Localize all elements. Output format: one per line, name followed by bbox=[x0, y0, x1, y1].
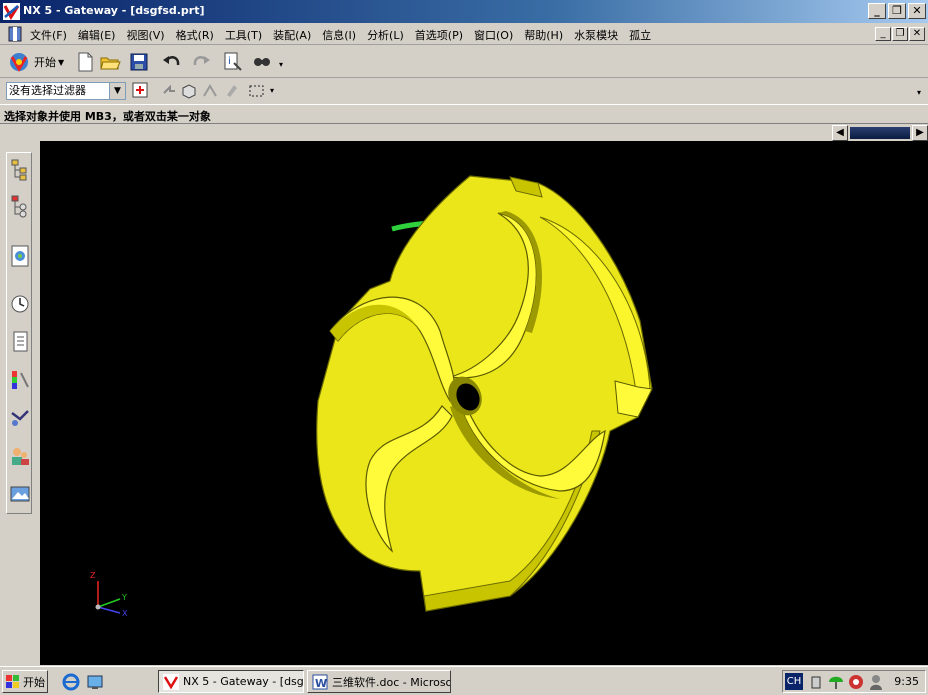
redo-icon[interactable] bbox=[190, 51, 212, 73]
open-folder-icon[interactable] bbox=[99, 51, 121, 73]
ie-browser-icon[interactable] bbox=[62, 673, 80, 691]
training-icon[interactable] bbox=[9, 405, 31, 431]
assembly-navigator-icon[interactable] bbox=[9, 157, 31, 183]
show-hide-icon[interactable] bbox=[251, 51, 273, 73]
menu-analysis[interactable]: 分析(L) bbox=[367, 27, 404, 43]
impeller-disc bbox=[316, 175, 653, 612]
menu-window[interactable]: 窗口(O) bbox=[474, 27, 513, 43]
type-filter-value: 没有选择过滤器 bbox=[9, 84, 86, 97]
svg-text:i: i bbox=[228, 56, 231, 67]
roles-icon[interactable] bbox=[9, 443, 31, 469]
task-word-window[interactable]: W 三维软件.doc - Microso... bbox=[307, 670, 451, 693]
selection-overflow-icon[interactable]: ▾ bbox=[270, 86, 274, 95]
svg-text:W: W bbox=[315, 677, 327, 690]
task-nx-window[interactable]: NX 5 - Gateway - [dsgfs... bbox=[158, 670, 304, 693]
select-edge-icon[interactable] bbox=[201, 81, 219, 101]
save-icon[interactable] bbox=[128, 51, 150, 73]
windows-logo-icon bbox=[6, 674, 19, 688]
nx-start-icon bbox=[10, 53, 28, 72]
toolbar-options-icon[interactable]: ▾ bbox=[917, 88, 921, 97]
menu-bar: 文件(F) 编辑(E) 视图(V) 格式(R) 工具(T) 装配(A) 信息(I… bbox=[0, 23, 928, 45]
graphics-window[interactable]: Z Y X bbox=[40, 141, 928, 665]
select-back-icon[interactable] bbox=[160, 81, 178, 101]
resource-bar bbox=[6, 152, 32, 514]
triad-x-label: X bbox=[122, 609, 128, 618]
system-materials-icon[interactable] bbox=[9, 329, 31, 355]
part-document-icon bbox=[8, 26, 22, 42]
chevron-down-icon[interactable]: ▼ bbox=[109, 83, 125, 99]
impeller-model[interactable] bbox=[40, 141, 928, 665]
triad-y-label: Y bbox=[122, 593, 127, 602]
menu-items: 文件(F) 编辑(E) 视图(V) 格式(R) 工具(T) 装配(A) 信息(I… bbox=[30, 27, 662, 43]
minimize-button[interactable]: _ bbox=[868, 3, 886, 19]
mdi-restore-button[interactable]: ❐ bbox=[892, 27, 908, 41]
dropdown-arrow-icon: ▼ bbox=[58, 57, 65, 67]
select-face-icon[interactable] bbox=[223, 81, 241, 101]
scroll-left-icon[interactable]: ◀ bbox=[832, 125, 848, 141]
nx-app-icon bbox=[3, 3, 20, 20]
menu-view[interactable]: 视图(V) bbox=[126, 27, 164, 43]
tray-security-icon[interactable] bbox=[847, 673, 865, 691]
information-icon[interactable]: i bbox=[222, 51, 244, 73]
task-nx-label: NX 5 - Gateway - [dsgfs... bbox=[183, 675, 304, 688]
menu-format[interactable]: 格式(R) bbox=[176, 27, 214, 43]
menu-preferences[interactable]: 首选项(P) bbox=[415, 27, 463, 43]
task-word-label: 三维软件.doc - Microso... bbox=[332, 675, 451, 689]
title-bar: NX 5 - Gateway - [dsgfsd.prt] _ ❐ ✕ bbox=[0, 0, 928, 23]
selection-toolbar: 没有选择过滤器 ▼ ▾ ▾ bbox=[0, 79, 928, 103]
start-application-button[interactable]: 开始 ▼ bbox=[8, 50, 64, 74]
menu-tools[interactable]: 工具(T) bbox=[225, 27, 262, 43]
tray-umbrella-icon[interactable] bbox=[827, 673, 845, 691]
mdi-minimize-button[interactable]: _ bbox=[875, 27, 891, 41]
tray-user-icon[interactable] bbox=[867, 673, 885, 691]
restore-button[interactable]: ❐ bbox=[888, 3, 906, 19]
menu-help[interactable]: 帮助(H) bbox=[524, 27, 563, 43]
start-menu-button[interactable]: 开始 bbox=[2, 670, 48, 693]
language-indicator[interactable]: CH bbox=[785, 673, 803, 690]
mdi-close-button[interactable]: ✕ bbox=[909, 27, 925, 41]
menu-information[interactable]: 信息(I) bbox=[322, 27, 356, 43]
scroll-right-icon[interactable]: ▶ bbox=[912, 125, 928, 141]
taskbar: 开始 NX 5 - Gateway - [dsgfs... W 三维软件.doc… bbox=[0, 666, 928, 695]
undo-icon[interactable] bbox=[161, 51, 183, 73]
scroll-thumb[interactable] bbox=[850, 127, 910, 139]
menu-pump-module[interactable]: 水泵模块 bbox=[574, 27, 618, 43]
web-browser-icon[interactable] bbox=[9, 243, 31, 269]
start-label: 开始 bbox=[34, 56, 56, 69]
part-navigator-icon[interactable] bbox=[9, 193, 31, 219]
menu-file[interactable]: 文件(F) bbox=[30, 27, 67, 43]
clock: 9:35 bbox=[894, 675, 919, 688]
select-solid-icon[interactable] bbox=[180, 81, 198, 101]
menu-assemblies[interactable]: 装配(A) bbox=[273, 27, 311, 43]
palette-icon[interactable] bbox=[9, 481, 31, 507]
history-icon[interactable] bbox=[9, 291, 31, 317]
status-prompt: 选择对象并使用 MB3，或者双击某一对象 bbox=[4, 110, 211, 123]
type-filter-select[interactable]: 没有选择过滤器 ▼ bbox=[6, 82, 126, 100]
horizontal-scrollbar[interactable]: ◀ ▶ bbox=[832, 125, 928, 141]
standard-toolbar: 开始 ▼ i ▾ bbox=[0, 46, 928, 78]
new-file-icon[interactable] bbox=[74, 51, 96, 73]
tray-tool-icon[interactable] bbox=[809, 674, 823, 690]
close-button[interactable]: ✕ bbox=[908, 3, 926, 19]
snap-point-icon[interactable] bbox=[131, 81, 151, 101]
start-menu-label: 开始 bbox=[23, 675, 45, 689]
rectangle-select-icon[interactable] bbox=[247, 81, 267, 101]
word-doc-icon: W bbox=[312, 674, 328, 690]
window-title: NX 5 - Gateway - [dsgfsd.prt] bbox=[23, 4, 205, 17]
cue-line: 选择对象并使用 MB3，或者双击某一对象 bbox=[0, 104, 928, 124]
triad-z-label: Z bbox=[90, 571, 96, 580]
nx-task-icon bbox=[163, 673, 179, 690]
menu-edit[interactable]: 编辑(E) bbox=[78, 27, 116, 43]
visualization-icon[interactable] bbox=[9, 367, 31, 393]
toolbar-overflow-icon[interactable]: ▾ bbox=[279, 60, 283, 69]
show-desktop-icon[interactable] bbox=[86, 673, 104, 691]
wcs-triad bbox=[95, 581, 121, 614]
menu-isolate[interactable]: 孤立 bbox=[629, 27, 651, 43]
system-tray: CH 9:35 bbox=[782, 670, 926, 693]
